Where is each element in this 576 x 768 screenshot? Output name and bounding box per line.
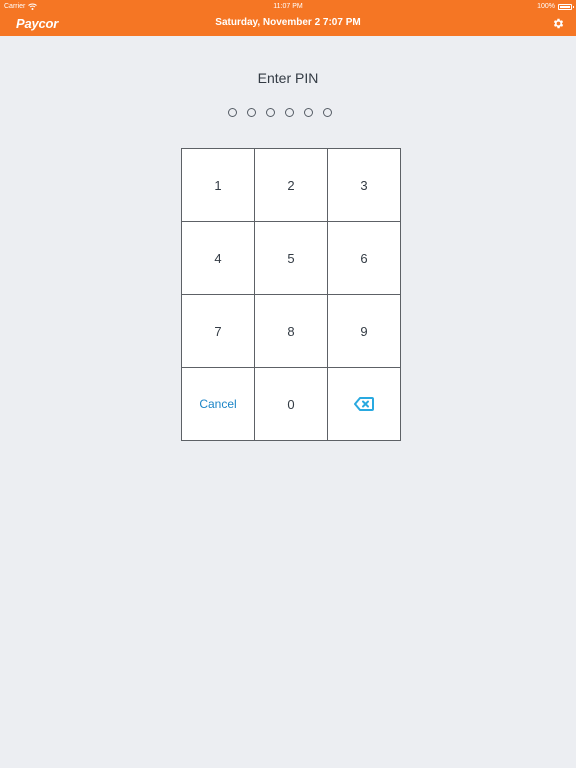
status-time: 11:07 PM xyxy=(273,3,303,10)
key-3[interactable]: 3 xyxy=(328,149,401,222)
battery-percent: 100% xyxy=(537,3,555,10)
cancel-button[interactable]: Cancel xyxy=(182,368,255,441)
key-9[interactable]: 9 xyxy=(328,295,401,368)
header-datetime: Saturday, November 2 7:07 PM xyxy=(215,17,361,28)
pin-dot xyxy=(247,108,256,117)
key-0[interactable]: 0 xyxy=(255,368,328,441)
backspace-icon xyxy=(354,397,374,411)
key-6[interactable]: 6 xyxy=(328,222,401,295)
key-5[interactable]: 5 xyxy=(255,222,328,295)
pin-prompt: Enter PIN xyxy=(257,70,319,86)
pin-dot xyxy=(285,108,294,117)
backspace-button[interactable] xyxy=(328,368,401,441)
pin-dot xyxy=(304,108,313,117)
top-bar: Carrier 11:07 PM 100% Paycor Saturday, N… xyxy=(0,0,576,36)
key-7[interactable]: 7 xyxy=(182,295,255,368)
battery-icon xyxy=(558,3,574,10)
gear-icon[interactable] xyxy=(552,17,565,30)
key-8[interactable]: 8 xyxy=(255,295,328,368)
key-1[interactable]: 1 xyxy=(182,149,255,222)
pin-indicator xyxy=(228,108,332,117)
status-battery: 100% xyxy=(537,2,574,11)
pin-dot xyxy=(323,108,332,117)
pin-dot xyxy=(266,108,275,117)
key-2[interactable]: 2 xyxy=(255,149,328,222)
pin-dot xyxy=(228,108,237,117)
key-4[interactable]: 4 xyxy=(182,222,255,295)
keypad: 1 2 3 4 5 6 7 8 9 Cancel 0 xyxy=(181,148,401,441)
